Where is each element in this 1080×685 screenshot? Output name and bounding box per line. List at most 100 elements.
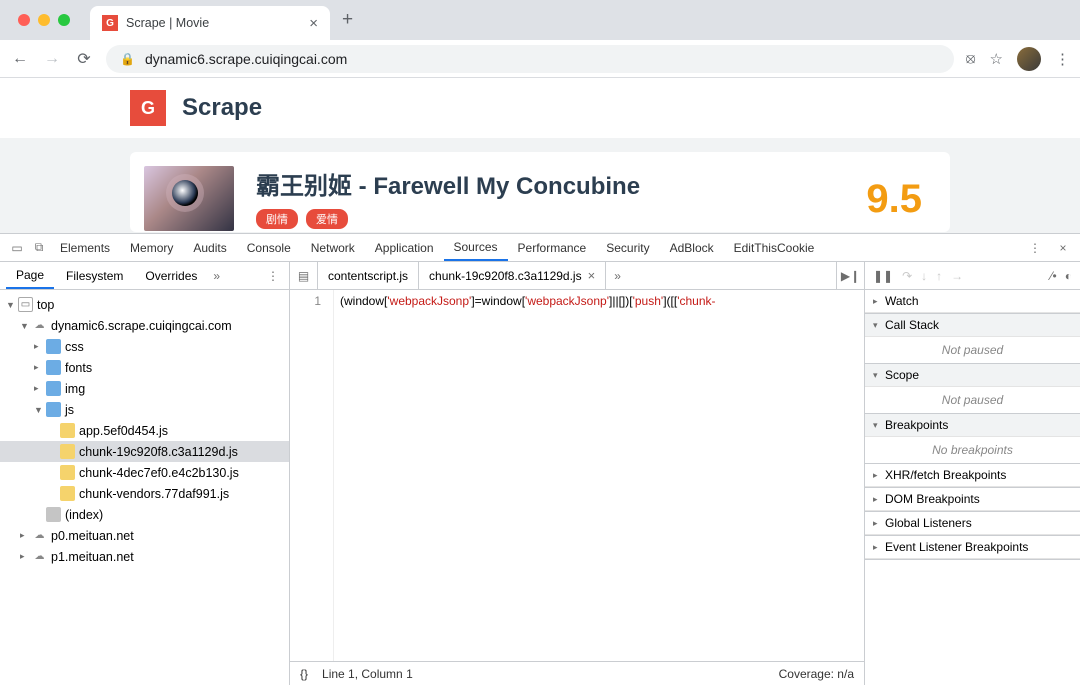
forward-button[interactable]: →	[42, 50, 62, 68]
dom-header[interactable]: ▸DOM Breakpoints	[865, 488, 1080, 511]
devtools-tabbar: ▭ ⧉ Elements Memory Audits Console Netwo…	[0, 234, 1080, 262]
tab-performance[interactable]: Performance	[508, 234, 597, 261]
tab-adblock[interactable]: AdBlock	[660, 234, 724, 261]
tree-folder-js[interactable]: ▼js	[0, 399, 289, 420]
section-label: Call Stack	[885, 318, 939, 332]
new-tab-button[interactable]: +	[342, 9, 353, 31]
tree-folder-css[interactable]: ▸css	[0, 336, 289, 357]
bookmark-icon[interactable]: ☆	[990, 50, 1003, 68]
editor-pane: ▤ contentscript.js chunk-19c920f8.c3a112…	[290, 262, 865, 685]
url-text: dynamic6.scrape.cuiqingcai.com	[145, 51, 940, 67]
breakpoints-header[interactable]: ▾Breakpoints	[865, 414, 1080, 437]
dom-breakpoints-section: ▸DOM Breakpoints	[865, 488, 1080, 512]
step-over-icon[interactable]: ↷	[902, 269, 912, 283]
browser-tab[interactable]: G Scrape | Movie ×	[90, 6, 330, 40]
tab-memory[interactable]: Memory	[120, 234, 183, 261]
global-listeners-section: ▸Global Listeners	[865, 512, 1080, 536]
tab-console[interactable]: Console	[237, 234, 301, 261]
tree-file-js[interactable]: app.5ef0d454.js	[0, 420, 289, 441]
pause-exceptions-icon[interactable]: ◐	[1065, 269, 1072, 283]
translate-icon[interactable]: ⦻	[966, 50, 976, 67]
close-tab-icon[interactable]: ×	[309, 15, 318, 32]
tree-label: app.5ef0d454.js	[79, 424, 168, 438]
nav-tab-page[interactable]: Page	[6, 262, 54, 289]
webpage-viewport: G Scrape 霸王别姬 - Farewell My Concubine 剧情…	[0, 78, 1080, 233]
event-listener-breakpoints-section: ▸Event Listener Breakpoints	[865, 536, 1080, 560]
tree-domain[interactable]: ▼☁dynamic6.scrape.cuiqingcai.com	[0, 315, 289, 336]
callstack-header[interactable]: ▾Call Stack	[865, 314, 1080, 337]
tab-elements[interactable]: Elements	[50, 234, 120, 261]
device-toolbar-icon[interactable]: ⧉	[28, 234, 50, 261]
editor-tab[interactable]: chunk-19c920f8.c3a1129d.js ×	[419, 262, 606, 289]
watch-header[interactable]: ▸Watch	[865, 290, 1080, 313]
section-label: Global Listeners	[885, 516, 972, 530]
global-header[interactable]: ▸Global Listeners	[865, 512, 1080, 535]
maximize-window-button[interactable]	[58, 14, 70, 26]
tree-frame-top[interactable]: ▼▭top	[0, 294, 289, 315]
breakpoints-section: ▾Breakpoints No breakpoints	[865, 414, 1080, 464]
address-bar[interactable]: 🔒 dynamic6.scrape.cuiqingcai.com	[106, 45, 954, 73]
devtools-body: Page Filesystem Overrides » ⋮ ▼▭top ▼☁dy…	[0, 262, 1080, 685]
tree-label: css	[65, 340, 84, 354]
minimize-window-button[interactable]	[38, 14, 50, 26]
editor-tab-label: contentscript.js	[328, 269, 408, 283]
nav-tab-filesystem[interactable]: Filesystem	[56, 262, 133, 289]
movie-info: 霸王别姬 - Farewell My Concubine 剧情 爱情	[256, 166, 844, 229]
tab-application[interactable]: Application	[365, 234, 444, 261]
tab-network[interactable]: Network	[301, 234, 365, 261]
event-header[interactable]: ▸Event Listener Breakpoints	[865, 536, 1080, 559]
xhr-breakpoints-section: ▸XHR/fetch Breakpoints	[865, 464, 1080, 488]
tag-pill: 剧情	[256, 209, 298, 229]
nav-menu-icon[interactable]: ⋮	[267, 269, 279, 283]
tab-editthiscookie[interactable]: EditThisCookie	[724, 234, 825, 261]
tree-file-index[interactable]: (index)	[0, 504, 289, 525]
tree-folder-img[interactable]: ▸img	[0, 378, 289, 399]
close-icon[interactable]: ×	[588, 268, 596, 283]
page-body: 霸王别姬 - Farewell My Concubine 剧情 爱情 9.5	[0, 138, 1080, 233]
pause-button[interactable]: ❚❚	[873, 269, 893, 283]
editor-tab[interactable]: contentscript.js	[318, 262, 419, 289]
devtools-close-icon[interactable]: ×	[1052, 241, 1074, 255]
editor-more-icon[interactable]: »	[606, 262, 629, 289]
tree-domain[interactable]: ▸☁p0.meituan.net	[0, 525, 289, 546]
watch-section: ▸Watch	[865, 290, 1080, 314]
sources-navigator: Page Filesystem Overrides » ⋮ ▼▭top ▼☁dy…	[0, 262, 290, 685]
nav-tab-overrides[interactable]: Overrides	[135, 262, 207, 289]
xhr-header[interactable]: ▸XHR/fetch Breakpoints	[865, 464, 1080, 487]
tree-label: top	[37, 298, 54, 312]
tree-label: chunk-vendors.77daf991.js	[79, 487, 229, 501]
step-out-icon[interactable]: ↑	[936, 269, 942, 283]
code-editor[interactable]: 1 (window['webpackJsonp']=window['webpac…	[290, 290, 864, 661]
tab-audits[interactable]: Audits	[183, 234, 236, 261]
tree-label: fonts	[65, 361, 92, 375]
tab-security[interactable]: Security	[596, 234, 659, 261]
tree-folder-fonts[interactable]: ▸fonts	[0, 357, 289, 378]
tag-pill: 爱情	[306, 209, 348, 229]
profile-avatar[interactable]	[1017, 47, 1041, 71]
tree-file-js[interactable]: chunk-vendors.77daf991.js	[0, 483, 289, 504]
section-label: Event Listener Breakpoints	[885, 540, 1028, 554]
show-navigator-icon[interactable]: ▤	[290, 262, 318, 289]
callstack-section: ▾Call Stack Not paused	[865, 314, 1080, 364]
browser-menu-icon[interactable]: ⋮	[1055, 50, 1070, 68]
back-button[interactable]: ←	[10, 50, 30, 68]
tree-domain[interactable]: ▸☁p1.meituan.net	[0, 546, 289, 567]
deactivate-breakpoints-icon[interactable]: ⁄•	[1051, 269, 1057, 283]
close-window-button[interactable]	[18, 14, 30, 26]
scope-header[interactable]: ▾Scope	[865, 364, 1080, 387]
tree-file-js[interactable]: chunk-4dec7ef0.e4c2b130.js	[0, 462, 289, 483]
editor-tab-label: chunk-19c920f8.c3a1129d.js	[429, 269, 582, 283]
reload-button[interactable]: ⟳	[74, 49, 94, 69]
section-label: DOM Breakpoints	[885, 492, 980, 506]
step-icon[interactable]: →	[951, 269, 963, 283]
show-debugger-icon[interactable]: ▶❙	[836, 262, 864, 289]
pretty-print-button[interactable]: {}	[300, 667, 308, 681]
devtools-menu-icon[interactable]: ⋮	[1024, 241, 1046, 255]
tree-file-js[interactable]: chunk-19c920f8.c3a1129d.js	[0, 441, 289, 462]
breakpoints-body: No breakpoints	[865, 437, 1080, 463]
step-into-icon[interactable]: ↓	[921, 269, 927, 283]
nav-more-icon[interactable]: »	[213, 269, 220, 283]
movie-card[interactable]: 霸王别姬 - Farewell My Concubine 剧情 爱情 9.5	[130, 152, 950, 232]
tab-sources[interactable]: Sources	[444, 234, 508, 261]
inspect-element-icon[interactable]: ▭	[6, 234, 28, 261]
